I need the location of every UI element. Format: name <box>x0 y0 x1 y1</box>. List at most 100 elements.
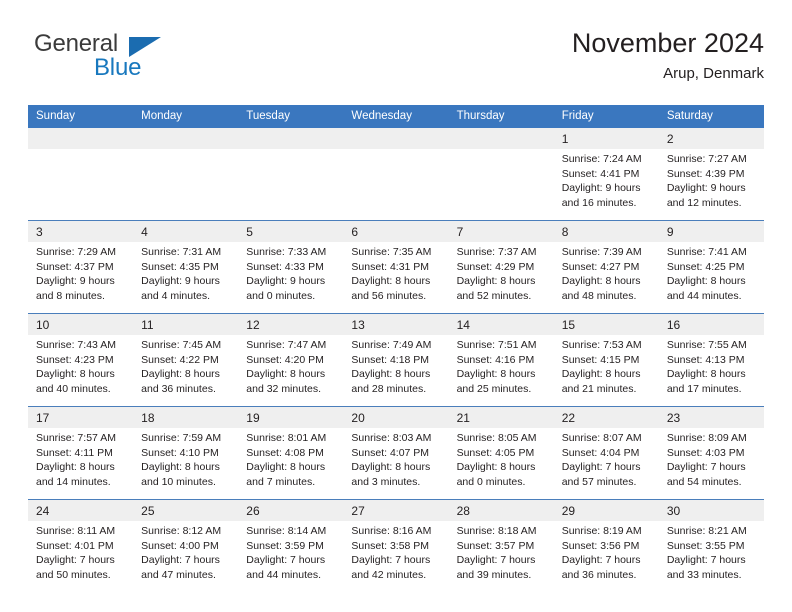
daylight-text-line1: Daylight: 7 hours <box>36 554 115 567</box>
week-row-details: Sunrise: 7:29 AM Sunset: 4:37 PM Dayligh… <box>28 242 764 314</box>
daylight-text-line1: Daylight: 8 hours <box>351 275 431 288</box>
sunset-text: Sunset: 4:08 PM <box>246 446 324 459</box>
sunset-text: Sunset: 4:05 PM <box>456 446 535 459</box>
sunrise-text: Sunrise: 7:35 AM <box>351 246 432 259</box>
day-number: 19 <box>238 406 344 429</box>
day-cell[interactable]: Sunrise: 8:03 AM Sunset: 4:07 PM Dayligh… <box>343 428 449 500</box>
day-cell[interactable]: Sunrise: 7:43 AM Sunset: 4:23 PM Dayligh… <box>28 335 134 407</box>
sunrise-text: Sunrise: 7:43 AM <box>36 339 116 352</box>
day-cell[interactable]: Sunrise: 8:19 AM Sunset: 3:56 PM Dayligh… <box>553 521 659 593</box>
day-cell[interactable]: Sunrise: 8:14 AM Sunset: 3:59 PM Dayligh… <box>238 521 344 593</box>
daylight-text-line1: Daylight: 7 hours <box>666 554 746 567</box>
day-cell[interactable]: Sunrise: 8:16 AM Sunset: 3:58 PM Dayligh… <box>343 521 449 593</box>
daylight-text-line2: and 16 minutes. <box>561 196 637 209</box>
daylight-text-line1: Daylight: 8 hours <box>456 461 536 474</box>
day-cell[interactable]: Sunrise: 7:37 AM Sunset: 4:29 PM Dayligh… <box>448 242 554 314</box>
daylight-text-line1: Daylight: 8 hours <box>246 368 326 381</box>
day-cell[interactable]: Sunrise: 7:45 AM Sunset: 4:22 PM Dayligh… <box>133 335 239 407</box>
day-number: 23 <box>658 406 764 429</box>
day-number: 28 <box>448 499 554 522</box>
day-cell[interactable]: Sunrise: 7:27 AM Sunset: 4:39 PM Dayligh… <box>658 149 764 221</box>
day-cell[interactable]: Sunrise: 7:57 AM Sunset: 4:11 PM Dayligh… <box>28 428 134 500</box>
sunrise-text: Sunrise: 7:45 AM <box>141 339 222 352</box>
day-cell[interactable] <box>448 149 554 221</box>
day-cell[interactable]: Sunrise: 8:07 AM Sunset: 4:04 PM Dayligh… <box>553 428 659 500</box>
day-cell[interactable]: Sunrise: 8:12 AM Sunset: 4:00 PM Dayligh… <box>133 521 239 593</box>
sunrise-text: Sunrise: 7:41 AM <box>666 246 747 259</box>
day-number: 20 <box>343 406 449 429</box>
daylight-text-line2: and 21 minutes. <box>561 382 637 395</box>
page-header: General Blue November 2024 Arup, Denmark <box>28 28 764 96</box>
day-number: 14 <box>448 313 554 336</box>
day-cell[interactable] <box>238 149 344 221</box>
daylight-text-line2: and 17 minutes. <box>666 382 742 395</box>
sunset-text: Sunset: 4:03 PM <box>666 446 745 459</box>
sunset-text: Sunset: 4:00 PM <box>141 539 219 552</box>
day-cell[interactable]: Sunrise: 7:33 AM Sunset: 4:33 PM Dayligh… <box>238 242 344 314</box>
sunrise-text: Sunrise: 8:12 AM <box>141 525 222 538</box>
week-row-daynumbers: 17 18 19 20 21 22 23 <box>28 406 764 429</box>
sunrise-text: Sunrise: 7:49 AM <box>351 339 432 352</box>
daylight-text-line1: Daylight: 9 hours <box>561 182 641 195</box>
day-cell[interactable]: Sunrise: 7:53 AM Sunset: 4:15 PM Dayligh… <box>553 335 659 407</box>
general-blue-logo[interactable]: General Blue <box>34 32 214 92</box>
daylight-text-line2: and 36 minutes. <box>141 382 216 395</box>
day-cell[interactable]: Sunrise: 8:01 AM Sunset: 4:08 PM Dayligh… <box>238 428 344 500</box>
sunrise-text: Sunrise: 8:11 AM <box>36 525 116 538</box>
daylight-text-line2: and 44 minutes. <box>246 568 321 581</box>
week-row-daynumbers: 10 11 12 13 14 15 16 <box>28 313 764 336</box>
day-cell[interactable]: Sunrise: 7:47 AM Sunset: 4:20 PM Dayligh… <box>238 335 344 407</box>
daylight-text-line1: Daylight: 9 hours <box>246 275 326 288</box>
daylight-text-line1: Daylight: 8 hours <box>456 275 536 288</box>
daylight-text-line1: Daylight: 7 hours <box>666 461 746 474</box>
day-cell[interactable] <box>28 149 134 221</box>
day-cell[interactable]: Sunrise: 7:59 AM Sunset: 4:10 PM Dayligh… <box>133 428 239 500</box>
day-cell[interactable]: Sunrise: 7:35 AM Sunset: 4:31 PM Dayligh… <box>343 242 449 314</box>
daylight-text-line1: Daylight: 8 hours <box>351 368 431 381</box>
daylight-text-line1: Daylight: 9 hours <box>666 182 746 195</box>
day-number: 7 <box>448 220 554 243</box>
day-cell[interactable]: Sunrise: 7:41 AM Sunset: 4:25 PM Dayligh… <box>658 242 764 314</box>
sunrise-text: Sunrise: 7:53 AM <box>561 339 642 352</box>
day-cell[interactable]: Sunrise: 7:51 AM Sunset: 4:16 PM Dayligh… <box>448 335 554 407</box>
weekday-header-tuesday: Tuesday <box>238 105 344 129</box>
day-cell[interactable]: Sunrise: 7:49 AM Sunset: 4:18 PM Dayligh… <box>343 335 449 407</box>
day-cell[interactable]: Sunrise: 8:11 AM Sunset: 4:01 PM Dayligh… <box>28 521 134 593</box>
day-cell[interactable] <box>343 149 449 221</box>
day-number <box>133 128 239 150</box>
calendar-table: Sunday Monday Tuesday Wednesday Thursday… <box>28 105 764 593</box>
day-number: 4 <box>133 220 239 243</box>
sunset-text: Sunset: 4:39 PM <box>666 167 745 180</box>
sunset-text: Sunset: 4:13 PM <box>666 353 745 366</box>
day-cell[interactable]: Sunrise: 7:39 AM Sunset: 4:27 PM Dayligh… <box>553 242 659 314</box>
day-number: 26 <box>238 499 344 522</box>
day-cell[interactable]: Sunrise: 8:05 AM Sunset: 4:05 PM Dayligh… <box>448 428 554 500</box>
calendar-page: General Blue November 2024 Arup, Denmark… <box>0 0 792 612</box>
daylight-text-line2: and 44 minutes. <box>666 289 742 302</box>
day-cell[interactable]: Sunrise: 8:18 AM Sunset: 3:57 PM Dayligh… <box>448 521 554 593</box>
day-cell[interactable]: Sunrise: 7:55 AM Sunset: 4:13 PM Dayligh… <box>658 335 764 407</box>
sunset-text: Sunset: 4:23 PM <box>36 353 114 366</box>
day-cell[interactable] <box>133 149 239 221</box>
daylight-text-line2: and 57 minutes. <box>561 475 637 488</box>
day-cell[interactable]: Sunrise: 8:09 AM Sunset: 4:03 PM Dayligh… <box>658 428 764 500</box>
sunset-text: Sunset: 4:25 PM <box>666 260 745 273</box>
sunrise-text: Sunrise: 8:07 AM <box>561 432 642 445</box>
day-cell[interactable]: Sunrise: 7:31 AM Sunset: 4:35 PM Dayligh… <box>133 242 239 314</box>
day-cell[interactable]: Sunrise: 8:21 AM Sunset: 3:55 PM Dayligh… <box>658 521 764 593</box>
daylight-text-line1: Daylight: 9 hours <box>36 275 115 288</box>
day-cell[interactable]: Sunrise: 7:29 AM Sunset: 4:37 PM Dayligh… <box>28 242 134 314</box>
daylight-text-line2: and 7 minutes. <box>246 475 316 488</box>
day-cell[interactable]: Sunrise: 7:24 AM Sunset: 4:41 PM Dayligh… <box>553 149 659 221</box>
sunset-text: Sunset: 4:27 PM <box>561 260 640 273</box>
daylight-text-line1: Daylight: 8 hours <box>561 275 641 288</box>
day-number <box>343 128 449 150</box>
weekday-header-friday: Friday <box>553 105 659 129</box>
day-number: 5 <box>238 220 344 243</box>
sunrise-text: Sunrise: 7:59 AM <box>141 432 222 445</box>
day-number: 27 <box>343 499 449 522</box>
day-number: 13 <box>343 313 449 336</box>
daylight-text-line2: and 3 minutes. <box>351 475 421 488</box>
page-title: November 2024 <box>571 28 764 58</box>
daylight-text-line1: Daylight: 7 hours <box>246 554 326 567</box>
